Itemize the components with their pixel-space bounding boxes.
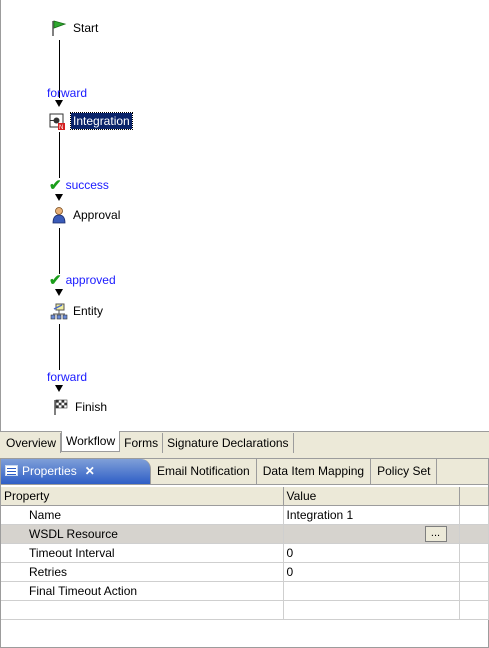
checkmark-icon: ✔ [49, 271, 62, 289]
tab-policy-set[interactable]: Policy Set [371, 459, 438, 484]
workflow-canvas[interactable]: Start forward N Integration ✔ success Ap… [0, 0, 489, 432]
property-name: Timeout Interval [1, 543, 284, 563]
transition-label: approved [65, 273, 116, 287]
tab-overview[interactable]: Overview [2, 433, 62, 453]
empty-cell [459, 562, 489, 582]
empty-cell [459, 600, 489, 620]
connector-line [59, 228, 60, 274]
column-header-property[interactable]: Property [1, 487, 284, 506]
green-flag-icon [49, 18, 69, 38]
tab-label: Properties [22, 464, 77, 478]
column-header-extra [459, 487, 489, 506]
transition-success[interactable]: ✔ success [49, 176, 109, 194]
table-row[interactable]: Name Integration 1 [1, 505, 489, 525]
arrow-head [55, 385, 63, 392]
tab-data-item-mapping[interactable]: Data Item Mapping [256, 459, 372, 484]
empty-cell [283, 600, 460, 620]
table-row[interactable]: Retries 0 [1, 562, 489, 582]
property-value[interactable]: 0 [283, 562, 460, 582]
transition-approved[interactable]: ✔ approved [49, 271, 116, 289]
empty-cell [1, 600, 284, 620]
checkered-flag-icon [51, 397, 71, 417]
node-label: Start [73, 21, 99, 35]
column-header-value[interactable]: Value [283, 487, 460, 506]
checkmark-icon: ✔ [49, 176, 62, 194]
property-name: Retries [1, 562, 284, 582]
node-integration[interactable]: N Integration [47, 110, 133, 132]
connector-line [59, 324, 60, 370]
arrow-head [55, 289, 63, 296]
entity-icon [49, 301, 69, 321]
node-label: Entity [73, 304, 104, 318]
property-name: WSDL Resource [1, 524, 284, 544]
properties-icon [5, 465, 18, 476]
tab-email-notification[interactable]: Email Notification [151, 459, 257, 484]
editor-tab-bar: Overview Workflow Forms Signature Declar… [0, 431, 489, 453]
table-row[interactable]: Final Timeout Action [1, 581, 489, 601]
empty-cell [459, 524, 489, 544]
node-entity[interactable]: Entity [49, 300, 103, 322]
view-tab-bar: Properties ✕ Email Notification Data Ite… [1, 459, 488, 485]
tab-properties[interactable]: Properties ✕ [1, 459, 151, 484]
property-name: Name [1, 505, 284, 525]
user-icon [49, 205, 69, 225]
empty-cell [459, 581, 489, 601]
svg-text:N: N [59, 125, 63, 130]
tab-forms[interactable]: Forms [120, 433, 164, 453]
node-label: Approval [73, 208, 121, 222]
close-icon[interactable]: ✕ [85, 464, 95, 478]
integration-icon: N [47, 111, 67, 131]
properties-view: Properties ✕ Email Notification Data Ite… [0, 458, 489, 648]
transition-label: success [65, 178, 109, 192]
table-row[interactable]: WSDL Resource ... [1, 524, 489, 544]
transition-label: forward [47, 86, 88, 100]
property-value[interactable] [283, 581, 460, 601]
node-start[interactable]: Start [49, 17, 98, 39]
transition-label: forward [47, 370, 88, 384]
transition-forward[interactable]: forward [47, 84, 87, 102]
table-row[interactable]: Timeout Interval 0 [1, 543, 489, 563]
transition-forward[interactable]: forward [47, 368, 87, 386]
tab-workflow[interactable]: Workflow [61, 431, 121, 452]
node-finish[interactable]: Finish [51, 396, 107, 418]
tab-signature-declarations[interactable]: Signature Declarations [163, 433, 294, 453]
empty-cell [459, 543, 489, 563]
arrow-head [55, 194, 63, 201]
table-row [1, 600, 489, 620]
empty-cell [459, 505, 489, 525]
property-name: Final Timeout Action [1, 581, 284, 601]
property-value[interactable]: ... [283, 524, 460, 544]
property-value[interactable]: Integration 1 [283, 505, 460, 525]
node-label: Finish [75, 400, 108, 414]
property-value[interactable]: 0 [283, 543, 460, 563]
node-label: Integration [70, 112, 133, 130]
properties-table: Property Value Name Integration 1 WSDL R… [1, 487, 489, 620]
node-approval[interactable]: Approval [49, 204, 120, 226]
browse-button[interactable]: ... [424, 526, 447, 542]
connector-line [59, 132, 60, 178]
